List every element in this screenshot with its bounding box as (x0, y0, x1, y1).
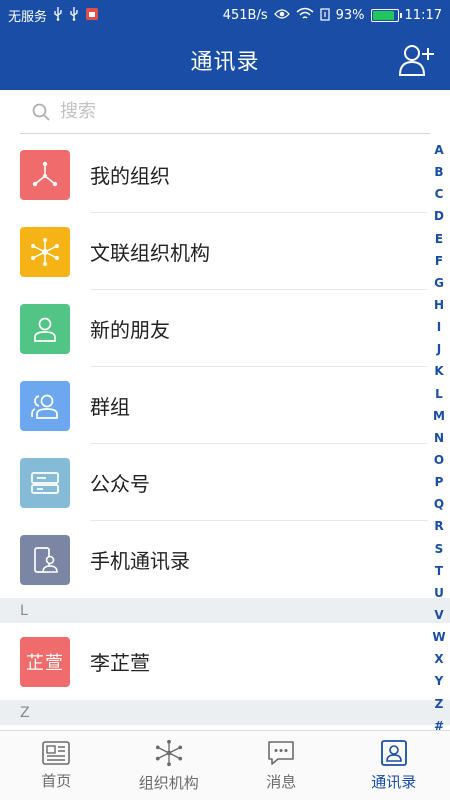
menu-item-label: 文联组织机构 (90, 241, 210, 265)
avatar: 芷萱 (20, 636, 70, 687)
alpha-letter[interactable]: O (434, 454, 444, 466)
battery-percent: 93% (335, 7, 365, 23)
phone-contacts-tile (20, 534, 70, 585)
tab-messages[interactable]: 消息 (225, 731, 338, 800)
alpha-letter[interactable]: L (435, 388, 443, 400)
menu-item-label: 我的组织 (90, 164, 170, 188)
alpha-letter[interactable]: R (434, 520, 443, 532)
app-header: 通讯录 (0, 30, 450, 90)
section-header-z: Z (0, 700, 450, 725)
alpha-letter[interactable]: Y (435, 675, 444, 687)
phone-contacts-icon (34, 546, 58, 573)
alpha-letter[interactable]: T (435, 565, 443, 577)
usb-icon (69, 7, 79, 23)
add-person-icon (398, 45, 434, 76)
alpha-letter[interactable]: H (434, 299, 444, 311)
clock: 11:17 (404, 7, 442, 23)
wifi-icon (296, 7, 314, 23)
alpha-letter[interactable]: I (437, 321, 441, 333)
public-account-icon (31, 471, 59, 494)
carrier-label: 无服务 (8, 9, 48, 25)
group-icon (31, 394, 58, 419)
alpha-letter[interactable]: C (435, 188, 444, 200)
alpha-letter[interactable]: D (434, 210, 444, 222)
alpha-letter[interactable]: E (435, 233, 443, 245)
search-icon (32, 103, 50, 121)
federation-organization-tile (20, 226, 70, 277)
contact-row[interactable]: 芷萱 李芷萱 (0, 623, 450, 700)
alpha-letter[interactable]: W (432, 631, 445, 643)
org-tree-icon (32, 161, 58, 186)
my-organization-tile (20, 149, 70, 200)
message-icon (268, 741, 295, 765)
tab-organization[interactable]: 组织机构 (113, 731, 226, 800)
usb-icon (53, 7, 63, 23)
groups-tile (20, 380, 70, 431)
network-speed: 451B/s (222, 7, 268, 23)
menu-item-label: 群组 (90, 395, 130, 419)
person-icon (34, 317, 56, 342)
menu-item-label: 手机通讯录 (90, 549, 190, 573)
tab-label: 组织机构 (138, 774, 199, 792)
section-letter: L (20, 602, 28, 619)
home-news-icon (42, 741, 71, 765)
app-notification-icon (85, 7, 99, 23)
menu-item-federation-organization[interactable]: 文联组织机构 (0, 213, 450, 290)
tab-label: 首页 (41, 772, 72, 790)
alpha-letter[interactable]: Z (435, 698, 444, 710)
network-icon (31, 237, 59, 266)
alphabet-index[interactable]: A B C D E F G H I J K L M N O P Q R S T U V W X Y Z # (428, 142, 450, 734)
search-bar (0, 90, 450, 136)
tab-label: 消息 (266, 773, 297, 791)
menu-item-my-organization[interactable]: 我的组织 (0, 136, 450, 213)
new-friends-tile (20, 303, 70, 354)
menu-item-label: 公众号 (90, 472, 150, 496)
avatar-text: 芷萱 (26, 652, 64, 674)
alpha-letter[interactable]: U (434, 587, 444, 599)
alpha-letter[interactable]: M (433, 410, 445, 422)
alpha-letter[interactable]: K (434, 365, 443, 377)
section-header-l: L (0, 598, 450, 623)
alpha-letter[interactable]: S (435, 543, 444, 555)
search-box[interactable] (20, 90, 430, 134)
alpha-letter[interactable]: X (434, 653, 443, 665)
bottom-nav: 首页 组织机构 消息 通讯录 (0, 730, 450, 800)
alpha-letter[interactable]: A (434, 144, 443, 156)
status-bar: 无服务 451B/s 93% 11:17 (0, 0, 450, 30)
search-input[interactable] (60, 101, 430, 122)
contact-name: 李芷萱 (90, 651, 150, 675)
tab-contacts[interactable]: 通讯录 (338, 731, 450, 800)
battery-saver-icon (320, 7, 330, 23)
organization-icon (155, 739, 182, 767)
public-accounts-tile (20, 457, 70, 508)
menu-item-new-friends[interactable]: 新的朋友 (0, 290, 450, 367)
contacts-list: 我的组织 文联组织机构 新的朋友 群组 公众号 手机通讯录 L 芷萱 李芷萱 Z (0, 136, 450, 730)
alpha-letter[interactable]: G (434, 277, 444, 289)
alpha-letter[interactable]: N (434, 432, 444, 444)
contacts-icon (380, 740, 407, 766)
alpha-letter[interactable]: F (435, 255, 443, 267)
menu-item-public-accounts[interactable]: 公众号 (0, 444, 450, 521)
alpha-letter[interactable]: P (435, 476, 444, 488)
menu-item-phone-contacts[interactable]: 手机通讯录 (0, 521, 450, 598)
page-title: 通讯录 (190, 50, 260, 75)
battery-icon (370, 8, 402, 22)
alpha-letter[interactable]: Q (434, 498, 444, 510)
eye-icon (273, 8, 290, 22)
tab-home[interactable]: 首页 (0, 731, 113, 800)
menu-item-groups[interactable]: 群组 (0, 367, 450, 444)
alpha-letter[interactable]: B (434, 166, 443, 178)
alpha-letter[interactable]: J (437, 343, 441, 355)
add-contact-button[interactable] (398, 42, 436, 78)
section-letter: Z (20, 704, 30, 721)
alpha-letter[interactable]: V (434, 609, 443, 621)
menu-item-label: 新的朋友 (90, 318, 170, 342)
tab-label: 通讯录 (371, 773, 417, 791)
